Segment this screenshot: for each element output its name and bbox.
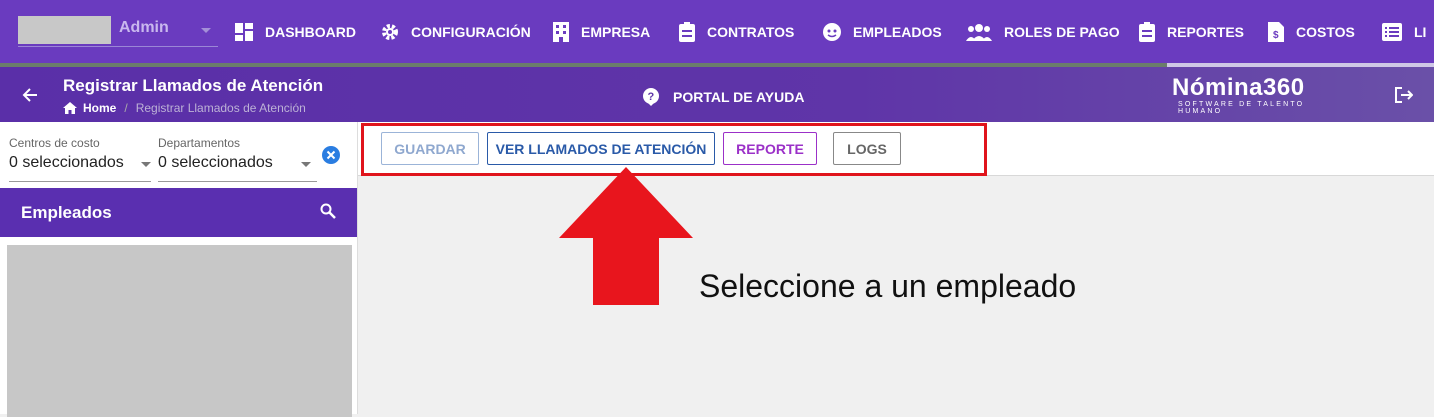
nav-label: CONTRATOS: [707, 24, 795, 40]
nav-item-costos[interactable]: $ COSTOS: [1268, 21, 1355, 43]
employee-list-redacted[interactable]: [7, 245, 352, 417]
page-header: Registrar Llamados de Atención Home / Re…: [0, 67, 1434, 122]
logo-title: Nómina360: [1172, 74, 1305, 101]
breadcrumb-home[interactable]: Home: [83, 101, 116, 115]
select-underline: [9, 181, 151, 182]
cost-centers-label: Centros de costo: [9, 136, 100, 150]
departments-label: Departamentos: [158, 136, 241, 150]
nav-item-empleados[interactable]: EMPLEADOS: [823, 21, 942, 43]
nav-label: REPORTES: [1167, 24, 1245, 40]
brand-logo: Nómina360 SOFTWARE DE TALENTO HUMANO: [1172, 74, 1352, 115]
logout-icon[interactable]: [1395, 87, 1413, 103]
svg-text:?: ?: [648, 91, 655, 103]
nav-label: EMPLEADOS: [853, 24, 942, 40]
breadcrumb-separator: /: [124, 101, 128, 115]
nav-item-configuracion[interactable]: CONFIGURACIÓN: [381, 21, 531, 43]
employees-panel-header: Empleados: [0, 188, 358, 237]
gear-icon: [382, 24, 398, 40]
arrow-up-annotation-icon: [559, 167, 693, 305]
chevron-down-icon[interactable]: [201, 28, 211, 33]
nav-label: ROLES DE PAGO: [1004, 24, 1120, 40]
help-label: PORTAL DE AYUDA: [673, 89, 805, 105]
nav-item-dashboard[interactable]: DASHBOARD: [235, 21, 356, 43]
nav-label: CONFIGURACIÓN: [411, 24, 531, 40]
file-dollar-icon: $: [1268, 22, 1284, 42]
arrow-back-icon[interactable]: [22, 87, 38, 103]
chevron-down-icon[interactable]: [301, 162, 311, 167]
nav-label: EMPRESA: [581, 24, 651, 40]
clipboard-icon: [679, 22, 695, 42]
nav-label: LI: [1414, 24, 1427, 40]
home-icon[interactable]: [63, 102, 77, 114]
sidebar: Centros de costo 0 seleccionados Departa…: [0, 122, 358, 417]
face-icon: [823, 23, 841, 41]
breadcrumb-current: Registrar Llamados de Atención: [135, 101, 306, 115]
company-selector-redacted[interactable]: [18, 16, 111, 44]
list-icon: [1382, 23, 1402, 41]
nav-item-empresa[interactable]: EMPRESA: [553, 21, 650, 43]
top-navigation-bar: Admin DASHBOARD CONFIGURACIÓN EMPRESA CO…: [0, 0, 1434, 63]
people-icon: [966, 24, 992, 41]
select-underline: [158, 181, 317, 182]
departments-select[interactable]: 0 seleccionados: [158, 154, 273, 172]
nav-item-roles-de-pago[interactable]: ROLES DE PAGO: [966, 21, 1120, 43]
empty-state-message: Seleccione a un empleado: [699, 268, 1077, 304]
nav-label: DASHBOARD: [265, 24, 356, 40]
select-underline: [18, 46, 218, 47]
page-title: Registrar Llamados de Atención: [63, 76, 324, 95]
building-icon: [553, 22, 569, 42]
user-role-select[interactable]: Admin: [119, 19, 169, 37]
help-icon: ?: [643, 88, 659, 106]
chevron-down-icon[interactable]: [141, 162, 151, 167]
search-icon[interactable]: [320, 203, 336, 219]
nav-label: COSTOS: [1296, 24, 1355, 40]
svg-text:$: $: [1273, 30, 1279, 41]
employees-title: Empleados: [21, 203, 112, 222]
cost-centers-select[interactable]: 0 seleccionados: [9, 154, 124, 172]
dashboard-icon: [235, 23, 253, 41]
nav-item-reportes[interactable]: REPORTES: [1139, 21, 1244, 43]
logo-subtitle: SOFTWARE DE TALENTO HUMANO: [1178, 101, 1305, 115]
clipboard-icon: [1139, 22, 1155, 42]
clear-filters-icon[interactable]: [322, 146, 340, 164]
nav-item-contratos[interactable]: CONTRATOS: [679, 21, 794, 43]
help-portal-link[interactable]: ? PORTAL DE AYUDA: [643, 88, 804, 106]
breadcrumb: Home / Registrar Llamados de Atención: [63, 101, 306, 115]
nav-item-li[interactable]: LI: [1382, 21, 1426, 43]
